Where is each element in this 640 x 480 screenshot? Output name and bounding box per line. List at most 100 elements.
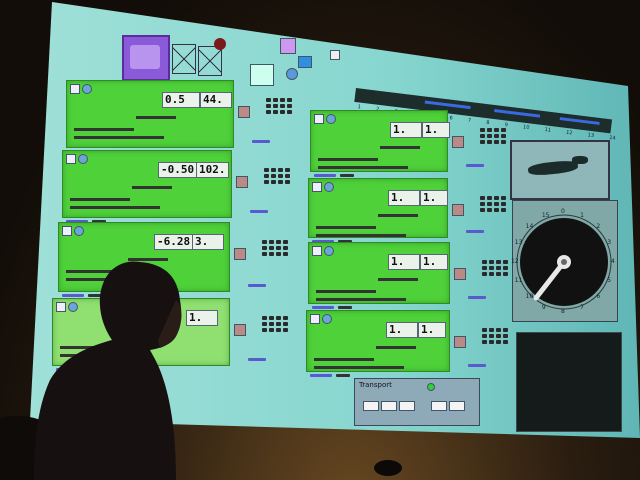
step-cell[interactable] — [264, 174, 269, 178]
step-cell[interactable] — [494, 140, 499, 144]
channel-slider[interactable] — [122, 334, 162, 337]
step-cell[interactable] — [503, 340, 508, 344]
channel-color-swatch[interactable] — [236, 176, 248, 188]
channel-led[interactable] — [68, 302, 78, 312]
channel-value-a[interactable]: -0.50 — [158, 162, 198, 178]
channel-color-swatch[interactable] — [238, 106, 250, 118]
step-cell[interactable] — [487, 128, 492, 132]
step-cell[interactable] — [285, 174, 290, 178]
step-cell[interactable] — [482, 334, 487, 338]
channel-slider[interactable] — [316, 290, 376, 293]
transport-button[interactable] — [431, 401, 447, 411]
channel-slider[interactable] — [132, 186, 172, 189]
channel-slider[interactable] — [316, 298, 406, 301]
channel-slider[interactable] — [66, 270, 126, 273]
step-cell[interactable] — [489, 272, 494, 276]
channel-value-b[interactable]: 1. — [420, 254, 448, 270]
step-cell[interactable] — [264, 180, 269, 184]
channel-value-b[interactable]: 44. — [200, 92, 232, 108]
channel-slider[interactable] — [60, 346, 120, 349]
crossed-box-icon[interactable] — [172, 44, 196, 74]
channel-led[interactable] — [324, 182, 334, 192]
channel-color-swatch[interactable] — [234, 324, 246, 336]
step-cell[interactable] — [494, 134, 499, 138]
channel-value-a[interactable]: 1. — [388, 190, 420, 206]
step-matrix[interactable] — [262, 240, 288, 256]
channel-color-swatch[interactable] — [452, 136, 464, 148]
channel-slider[interactable] — [74, 136, 164, 139]
step-cell[interactable] — [262, 252, 267, 256]
step-cell[interactable] — [269, 316, 274, 320]
step-matrix[interactable] — [480, 196, 506, 212]
step-cell[interactable] — [482, 260, 487, 264]
channel-led[interactable] — [82, 84, 92, 94]
step-cell[interactable] — [262, 316, 267, 320]
channel-slider[interactable] — [376, 346, 416, 349]
channel-slider[interactable] — [314, 366, 404, 369]
toolbar-button[interactable] — [330, 50, 340, 60]
step-cell[interactable] — [496, 328, 501, 332]
step-cell[interactable] — [283, 322, 288, 326]
step-cell[interactable] — [283, 316, 288, 320]
step-cell[interactable] — [503, 328, 508, 332]
step-cell[interactable] — [496, 260, 501, 264]
step-cell[interactable] — [489, 266, 494, 270]
channel-value-b[interactable]: 1. — [418, 322, 446, 338]
transport-button[interactable] — [449, 401, 465, 411]
channel-slider[interactable] — [378, 214, 418, 217]
toolbar-button[interactable] — [298, 56, 312, 68]
step-cell[interactable] — [480, 196, 485, 200]
step-cell[interactable] — [271, 174, 276, 178]
channel-slider[interactable] — [314, 358, 374, 361]
step-cell[interactable] — [278, 180, 283, 184]
step-cell[interactable] — [482, 340, 487, 344]
step-matrix[interactable] — [264, 168, 290, 184]
step-cell[interactable] — [496, 272, 501, 276]
step-cell[interactable] — [496, 340, 501, 344]
step-cell[interactable] — [487, 202, 492, 206]
step-cell[interactable] — [496, 266, 501, 270]
step-cell[interactable] — [487, 140, 492, 144]
step-cell[interactable] — [480, 208, 485, 212]
step-cell[interactable] — [276, 246, 281, 250]
step-cell[interactable] — [503, 334, 508, 338]
step-cell[interactable] — [487, 208, 492, 212]
step-cell[interactable] — [285, 168, 290, 172]
channel-value-b[interactable]: 3. — [192, 234, 224, 250]
channel-slider[interactable] — [380, 146, 420, 149]
step-cell[interactable] — [276, 328, 281, 332]
channel-value-a[interactable]: 1. — [390, 122, 422, 138]
step-cell[interactable] — [262, 246, 267, 250]
step-cell[interactable] — [496, 334, 501, 338]
step-cell[interactable] — [276, 316, 281, 320]
channel-slider[interactable] — [74, 128, 134, 131]
step-cell[interactable] — [489, 328, 494, 332]
step-cell[interactable] — [276, 322, 281, 326]
step-cell[interactable] — [503, 260, 508, 264]
step-cell[interactable] — [480, 140, 485, 144]
step-cell[interactable] — [287, 110, 292, 114]
channel-value-a[interactable]: 1. — [388, 254, 420, 270]
step-cell[interactable] — [262, 322, 267, 326]
step-cell[interactable] — [285, 180, 290, 184]
channel-toggle[interactable] — [70, 84, 80, 94]
step-cell[interactable] — [269, 252, 274, 256]
step-cell[interactable] — [494, 196, 499, 200]
channel-led[interactable] — [326, 114, 336, 124]
step-cell[interactable] — [482, 272, 487, 276]
step-cell[interactable] — [271, 180, 276, 184]
patch-logo-icon[interactable] — [122, 35, 170, 81]
step-cell[interactable] — [480, 128, 485, 132]
channel-value-a[interactable]: 0.5 — [162, 92, 200, 108]
step-cell[interactable] — [264, 168, 269, 172]
transport-button[interactable] — [399, 401, 415, 411]
step-cell[interactable] — [494, 208, 499, 212]
step-cell[interactable] — [501, 196, 506, 200]
channel-slider[interactable] — [136, 116, 176, 119]
step-cell[interactable] — [269, 328, 274, 332]
transport-led[interactable] — [427, 383, 435, 391]
step-cell[interactable] — [269, 322, 274, 326]
channel-led[interactable] — [74, 226, 84, 236]
step-cell[interactable] — [283, 328, 288, 332]
toolbar-box[interactable] — [250, 64, 274, 86]
